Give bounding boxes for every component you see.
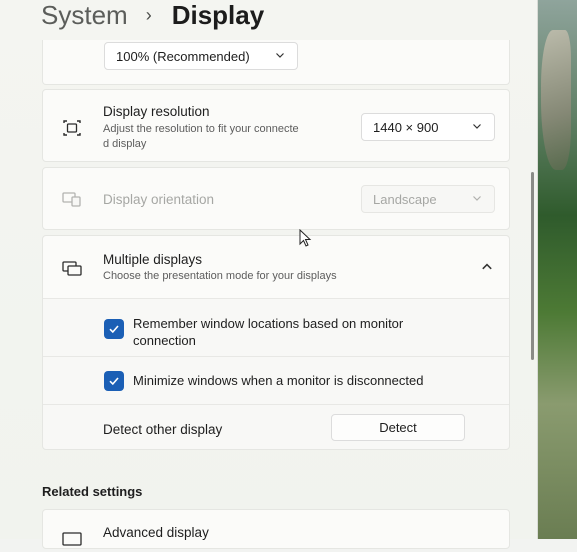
remember-locations-checkbox[interactable]	[104, 319, 124, 339]
chevron-down-icon	[473, 196, 481, 201]
page-title: Display	[171, 0, 265, 30]
remember-locations-label-1: Remember window locations based on monit…	[133, 316, 404, 331]
breadcrumb-system[interactable]: System	[41, 0, 128, 31]
resolution-dropdown[interactable]: 1440 × 900	[361, 113, 495, 141]
advanced-display-title: Advanced display	[103, 525, 209, 540]
divider	[43, 356, 509, 357]
divider	[43, 404, 509, 405]
display-resolution-title: Display resolution	[103, 104, 210, 119]
mouse-cursor-icon	[299, 229, 312, 247]
orientation-value: Landscape	[373, 191, 437, 207]
multiple-displays-card: Multiple displays Choose the presentatio…	[42, 235, 510, 450]
detect-button[interactable]: Detect	[331, 414, 465, 441]
display-resolution-card: Display resolution Adjust the resolution…	[42, 89, 510, 162]
minimize-windows-label: Minimize windows when a monitor is disco…	[133, 373, 424, 388]
checkmark-icon	[109, 377, 119, 386]
minimize-windows-checkbox[interactable]	[104, 371, 124, 391]
multiple-displays-title: Multiple displays	[103, 252, 203, 267]
divider	[43, 298, 509, 299]
display-resolution-subtitle-2: d display	[103, 138, 147, 150]
scale-dropdown[interactable]: 100% (Recommended)	[104, 42, 298, 70]
display-orientation-card: Display orientation Landscape	[42, 167, 510, 230]
background-rock	[541, 30, 571, 170]
resolution-icon	[63, 120, 81, 136]
chevron-down-icon	[473, 124, 481, 129]
remember-locations-label-2: connection	[133, 333, 196, 348]
settings-window: System › Display 100% (Recommended) Disp…	[0, 0, 538, 549]
orientation-icon	[62, 192, 81, 207]
scale-value: 100% (Recommended)	[116, 48, 250, 64]
display-orientation-title: Display orientation	[103, 192, 215, 207]
multiple-displays-subtitle: Choose the presentation mode for your di…	[103, 270, 337, 282]
breadcrumb-separator: ›	[145, 4, 152, 25]
checkmark-icon	[109, 325, 119, 334]
detect-other-display-label: Detect other display	[103, 422, 223, 437]
scrollbar-thumb[interactable]	[531, 172, 534, 360]
chevron-down-icon	[276, 53, 284, 58]
breadcrumb: System › Display	[41, 0, 264, 32]
related-settings-heading: Related settings	[42, 484, 143, 499]
multiple-displays-icon	[62, 261, 82, 276]
multiple-displays-header[interactable]: Multiple displays Choose the presentatio…	[43, 236, 509, 298]
scale-card: 100% (Recommended)	[42, 40, 510, 85]
desktop-background	[537, 0, 577, 539]
resolution-value: 1440 × 900	[373, 119, 439, 135]
display-resolution-subtitle-1: Adjust the resolution to fit your connec…	[103, 123, 299, 135]
display-icon	[62, 532, 82, 546]
orientation-dropdown: Landscape	[361, 185, 495, 213]
advanced-display-card[interactable]: Advanced display	[42, 509, 510, 549]
chevron-up-icon[interactable]	[481, 261, 493, 273]
